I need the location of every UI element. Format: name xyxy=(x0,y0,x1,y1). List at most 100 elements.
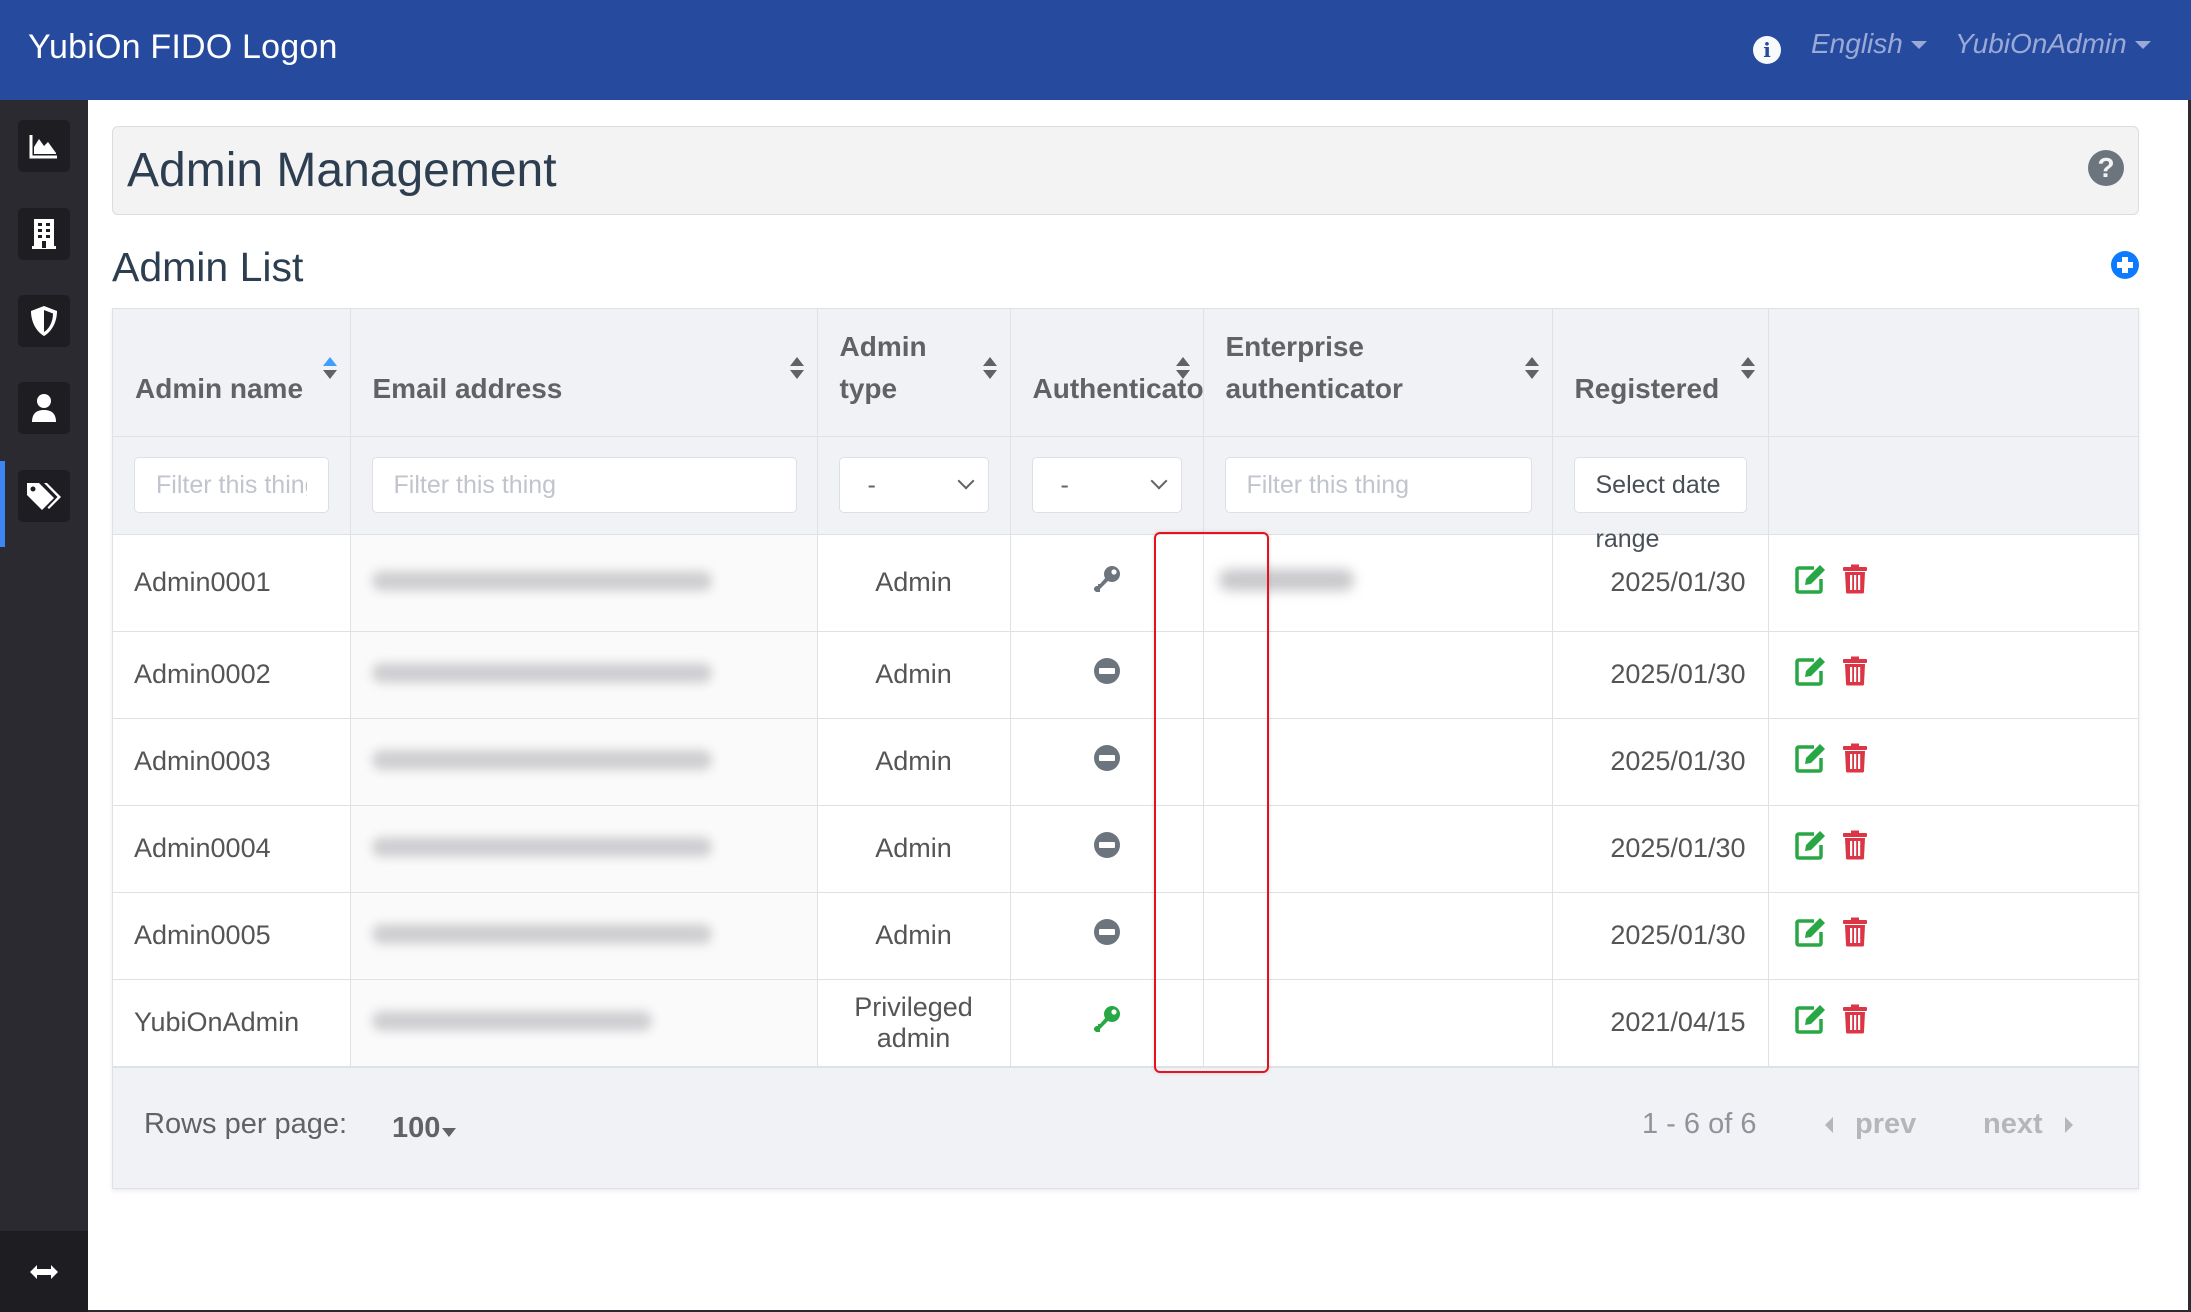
section-title: Admin List xyxy=(112,244,304,290)
admin-type-cell: Admin xyxy=(817,892,1011,980)
page-header: Admin Management ? xyxy=(112,126,2139,215)
table-row[interactable]: YubiOnAdmin Privileged admin 2021/04/15 xyxy=(113,979,2138,1067)
user-icon xyxy=(32,394,56,422)
column-header-email[interactable]: Email address xyxy=(350,309,818,437)
authenticator-filter[interactable]: - xyxy=(1031,457,1182,513)
language-dropdown[interactable]: English xyxy=(1811,28,1927,60)
admin-name-cell: Admin0005 xyxy=(113,892,351,980)
admin-table: Admin name Email address Admin type Auth… xyxy=(112,308,2139,1189)
building-icon xyxy=(32,219,56,249)
actions-cell xyxy=(1768,805,2138,893)
rows-per-page-select[interactable]: 100 xyxy=(392,1112,457,1145)
admin-name-cell: Admin0001 xyxy=(113,534,351,632)
question-circle-icon[interactable]: ? xyxy=(2088,150,2124,186)
sidebar-collapse-toggle[interactable] xyxy=(0,1231,88,1312)
sort-icon[interactable] xyxy=(1524,357,1540,381)
enterprise-authenticator-cell xyxy=(1203,718,1553,806)
email-value-blurred xyxy=(371,750,712,770)
sort-icon[interactable] xyxy=(1175,357,1191,381)
caret-down-icon xyxy=(1910,41,1927,49)
sidebar-item-dashboard[interactable] xyxy=(18,120,70,172)
sort-icon[interactable] xyxy=(982,357,998,381)
minus-circle-icon xyxy=(1093,658,1121,691)
email-filter[interactable] xyxy=(371,457,797,513)
enterprise-authenticator-filter[interactable] xyxy=(1224,457,1532,513)
chevron-down-icon xyxy=(957,472,974,490)
registered-date-range-picker[interactable]: Select date range xyxy=(1573,457,1747,553)
edit-icon[interactable] xyxy=(1794,564,1826,601)
column-header-registered[interactable]: Registered xyxy=(1552,309,1769,437)
actions-cell xyxy=(1768,979,2138,1067)
edit-icon[interactable] xyxy=(1794,917,1826,954)
edit-icon[interactable] xyxy=(1794,830,1826,867)
table-footer: Rows per page: 100 1 - 6 of 6 prev next xyxy=(113,1066,2138,1188)
enterprise-authenticator-cell xyxy=(1203,892,1553,980)
key-icon xyxy=(1092,1006,1122,1040)
caret-right-icon xyxy=(2064,1116,2073,1133)
admin-type-cell: Admin xyxy=(817,631,1011,719)
edit-icon[interactable] xyxy=(1794,743,1826,780)
next-page-button[interactable]: next xyxy=(1983,1108,2073,1141)
sidebar-item-organization[interactable] xyxy=(18,208,70,260)
trash-icon[interactable] xyxy=(1842,656,1868,693)
sort-icon[interactable] xyxy=(1740,357,1756,381)
table-row[interactable]: Admin0001 Admin 2025/01/30 xyxy=(113,534,2138,632)
trash-icon[interactable] xyxy=(1842,564,1868,601)
email-value-blurred xyxy=(371,663,712,683)
email-value-blurred xyxy=(371,571,712,591)
page-title: Admin Management xyxy=(127,144,557,197)
user-dropdown[interactable]: YubiOnAdmin xyxy=(1955,28,2151,60)
info-icon[interactable]: i xyxy=(1753,36,1781,64)
table-row[interactable]: Admin0003 Admin 2025/01/30 xyxy=(113,718,2138,806)
registered-cell: 2025/01/30 xyxy=(1552,631,1769,719)
trash-icon[interactable] xyxy=(1842,917,1868,954)
column-header-admin-name[interactable]: Admin name xyxy=(113,309,351,437)
shield-icon xyxy=(31,306,57,336)
table-header-row: Admin name Email address Admin type Auth… xyxy=(113,309,2138,437)
admin-name-cell: Admin0002 xyxy=(113,631,351,719)
email-cell xyxy=(350,631,818,719)
trash-icon[interactable] xyxy=(1842,1004,1868,1041)
sidebar-item-admins[interactable] xyxy=(18,382,70,434)
actions-cell xyxy=(1768,631,2138,719)
actions-cell xyxy=(1768,718,2138,806)
email-cell xyxy=(350,979,818,1067)
trash-icon[interactable] xyxy=(1842,830,1868,867)
admin-name-filter[interactable] xyxy=(134,457,329,513)
authenticator-cell xyxy=(1010,631,1204,719)
table-row[interactable]: Admin0002 Admin 2025/01/30 xyxy=(113,631,2138,719)
caret-down-icon xyxy=(2134,41,2151,49)
sidebar-item-licenses[interactable] xyxy=(18,470,70,522)
app-title[interactable]: YubiOn FIDO Logon xyxy=(28,28,338,67)
user-label: YubiOnAdmin xyxy=(1955,28,2127,59)
arrows-horizontal-icon xyxy=(30,1264,58,1279)
table-row[interactable]: Admin0004 Admin 2025/01/30 xyxy=(113,805,2138,893)
sidebar-item-security[interactable] xyxy=(18,295,70,347)
sort-icon[interactable] xyxy=(322,357,338,381)
authenticator-cell xyxy=(1010,979,1204,1067)
trash-icon[interactable] xyxy=(1842,743,1868,780)
admin-name-cell: Admin0004 xyxy=(113,805,351,893)
registered-cell: 2025/01/30 xyxy=(1552,805,1769,893)
sort-icon[interactable] xyxy=(789,357,805,381)
add-admin-button[interactable] xyxy=(2111,251,2139,279)
prev-page-button[interactable]: prev xyxy=(1825,1108,1916,1141)
caret-down-icon xyxy=(442,1128,457,1137)
page-info: 1 - 6 of 6 xyxy=(1642,1108,1757,1140)
table-row[interactable]: Admin0005 Admin 2025/01/30 xyxy=(113,892,2138,980)
column-header-authenticator[interactable]: Authenticator xyxy=(1010,309,1215,437)
edit-icon[interactable] xyxy=(1794,656,1826,693)
minus-circle-icon xyxy=(1093,745,1121,778)
top-navbar: YubiOn FIDO Logon i English YubiOnAdmin xyxy=(0,0,2191,100)
authenticator-cell xyxy=(1010,718,1204,806)
email-value-blurred xyxy=(371,1011,652,1031)
active-indicator xyxy=(0,461,5,547)
email-value-blurred xyxy=(371,837,712,857)
key-icon xyxy=(1092,566,1122,600)
edit-icon[interactable] xyxy=(1794,1004,1826,1041)
actions-cell xyxy=(1768,892,2138,980)
column-header-enterprise-authenticator[interactable]: Enterprise authenticator xyxy=(1203,309,1553,437)
email-value-blurred xyxy=(371,924,712,944)
column-header-admin-type[interactable]: Admin type xyxy=(817,309,1011,437)
admin-type-filter[interactable]: - xyxy=(838,457,989,513)
